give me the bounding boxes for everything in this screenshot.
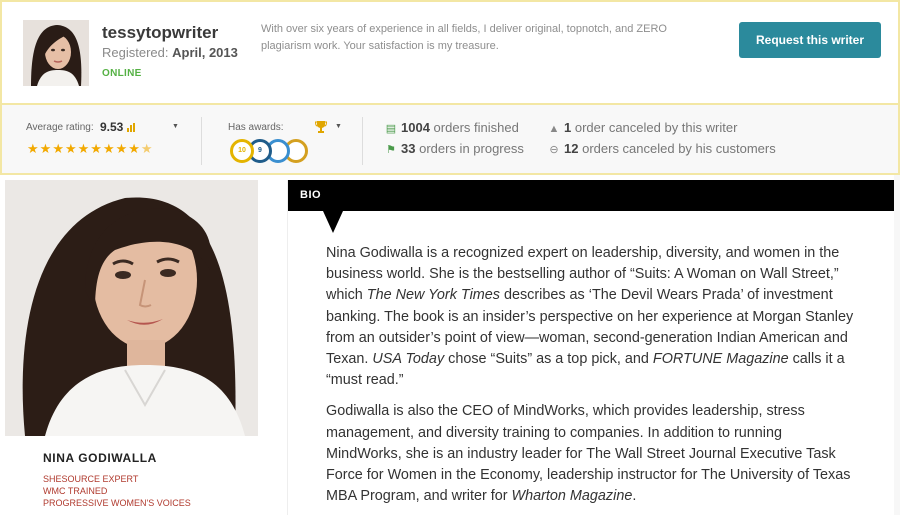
minus-circle-icon: ⊖ [549, 144, 559, 156]
portrait-photo-icon [5, 180, 258, 436]
star-icon: ★ [64, 141, 78, 156]
registered-label: Registered: [102, 45, 169, 60]
writer-stats-bar: Average rating: 9.53 ▼ ★★★★★★★★★★ Has aw… [0, 103, 900, 175]
awards-label: Has awards: [228, 122, 284, 133]
page-edge [894, 175, 900, 515]
canceled-by-writer: ▲ 1 order canceled by this writer [547, 120, 738, 135]
trophy-icon [315, 121, 327, 133]
divider [201, 117, 202, 165]
credential-item: WMC TRAINED [43, 486, 108, 496]
rating-label: Average rating: [26, 122, 94, 133]
profile-name: NINA GODIWALLA [43, 451, 157, 465]
canceled-by-customers: ⊖ 12 orders canceled by his customers [547, 141, 776, 156]
canceled-by-writer-count: 1 [564, 120, 572, 135]
bio-pointer-icon [323, 211, 343, 233]
flag-icon: ⚑ [386, 144, 396, 156]
bio-panel: BIO Nina Godiwalla is a recognized exper… [287, 180, 895, 515]
avatar-photo-icon [23, 20, 89, 86]
bio-paragraph: Godiwalla is also the CEO of MindWorks, … [326, 403, 851, 505]
credential-item: PROGRESSIVE WOMEN'S VOICES [43, 498, 191, 508]
star-icon: ★ [52, 141, 65, 156]
orders-finished-text: orders finished [433, 120, 519, 135]
bio-text: Nina Godiwalla is a recognized expert on… [326, 243, 861, 515]
writer-tagline: With over six years of experience in all… [261, 23, 667, 52]
star-icon: ★ [102, 141, 116, 156]
finished-orders-icon: ▤ [385, 123, 397, 135]
star-icon: ★ [39, 141, 53, 156]
awards-dropdown-caret-icon[interactable]: ▼ [335, 123, 342, 130]
orders-in-progress-text: orders in progress [419, 141, 524, 156]
rating-value: 9.53 [100, 120, 124, 134]
rating-bars-icon [127, 123, 137, 132]
writer-registered: Registered: April, 2013 [102, 45, 238, 60]
bio-header: BIO [288, 180, 895, 211]
divider [362, 117, 363, 165]
orders-in-progress: ⚑ 33 orders in progress [384, 141, 524, 156]
star-icon: ★ [128, 141, 141, 156]
registered-date: April, 2013 [172, 45, 238, 60]
orders-in-progress-count: 33 [401, 141, 416, 156]
credential-item: SHESOURCE EXPERT [43, 474, 139, 484]
writer-username[interactable]: tessytopwriter [102, 23, 218, 43]
star-icon: ★ [27, 141, 40, 156]
bio-paragraph: Nina Godiwalla is a recognized expert on… [326, 245, 854, 389]
request-writer-button[interactable]: Request this writer [739, 22, 881, 58]
rating-stars: ★★★★★★★★★★ [27, 141, 154, 157]
bio-title: BIO [300, 189, 322, 201]
profile-column: NINA GODIWALLA SHESOURCE EXPERT WMC TRAI… [5, 180, 258, 515]
writer-avatar[interactable] [23, 20, 89, 86]
rating-dropdown-caret-icon[interactable]: ▼ [172, 123, 179, 130]
warning-icon: ▲ [548, 123, 560, 135]
star-icon: ★ [140, 141, 154, 156]
canceled-by-customers-text: orders canceled by his customers [582, 141, 776, 156]
orders-finished: ▤ 1004 orders finished [384, 120, 519, 135]
profile-credentials: SHESOURCE EXPERT WMC TRAINED PROGRESSIVE… [43, 473, 191, 509]
star-icon: ★ [115, 141, 129, 156]
award-badge-icon[interactable]: 10 [230, 139, 254, 163]
canceled-by-writer-text: order canceled by this writer [574, 120, 738, 135]
writer-card: tessytopwriter Registered: April, 2013 O… [0, 0, 900, 103]
profile-photo [5, 180, 258, 436]
online-status: ONLINE [102, 68, 142, 79]
orders-finished-count: 1004 [401, 120, 430, 135]
star-icon: ★ [77, 141, 91, 156]
star-icon: ★ [90, 141, 103, 156]
canceled-by-customers-count: 12 [564, 141, 579, 156]
column-gap [258, 175, 287, 515]
